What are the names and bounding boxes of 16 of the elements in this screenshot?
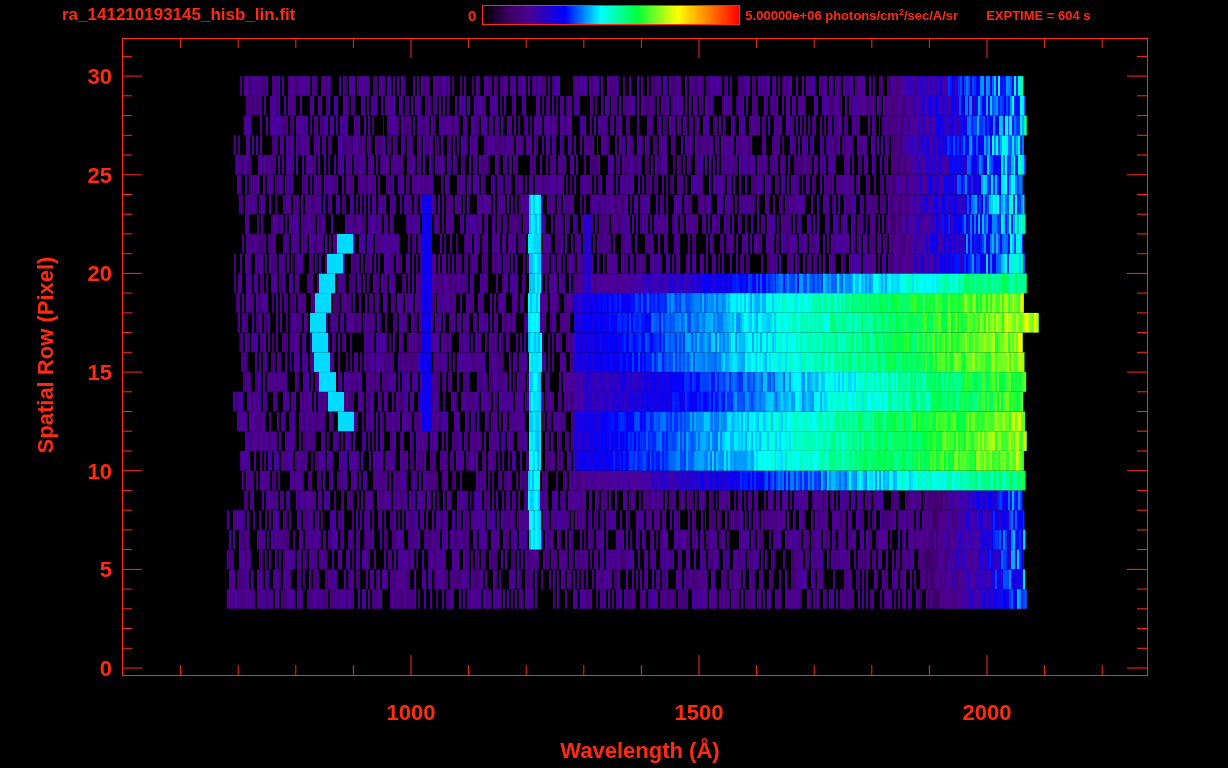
plot-title: ra_141210193145_hisb_lin.fit	[62, 5, 297, 25]
axis-title: Spatial Row (Pixel)	[33, 256, 58, 454]
axis-tick-label: 0	[99, 656, 112, 681]
axis-tick-label: 5	[99, 557, 112, 583]
axis-tick-label: 1000	[386, 700, 436, 725]
axis-title: Wavelength (Å)	[560, 738, 720, 763]
axis-tick-label: 15	[87, 360, 112, 386]
axis-tick-label: 25	[87, 162, 112, 188]
colorbar-max-label: 5.00000e+06 photons/cm$^{2}$/sec/A/sr	[745, 6, 959, 24]
axis-tick-label: 30	[87, 64, 112, 90]
axis-tick-label: 10	[87, 458, 112, 484]
colorbar-min-label: 0	[468, 6, 477, 24]
axis-tick-label: 1500	[674, 700, 724, 725]
axis-tick-label: 20	[87, 261, 112, 287]
exposure-time: EXPTIME = 604 s	[986, 7, 1091, 23]
axis-tick-label: 2000	[962, 700, 1012, 725]
